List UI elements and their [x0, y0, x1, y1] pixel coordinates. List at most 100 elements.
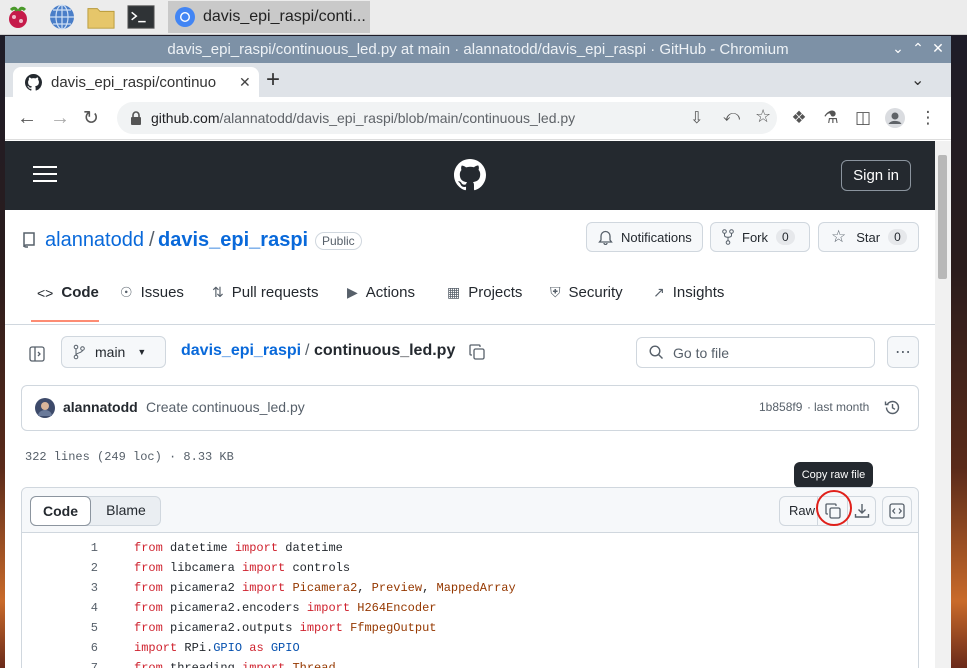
code-token: picamera2 [162, 581, 243, 595]
extensions-icon[interactable]: ❖ [788, 107, 810, 129]
code-token: import [306, 601, 351, 615]
tab-close-icon[interactable]: ✕ [239, 74, 251, 91]
repo-owner-link[interactable]: alannatodd [45, 229, 144, 252]
bookmark-star-icon[interactable]: ☆ [755, 106, 771, 127]
repo-separator: / [149, 229, 155, 251]
side-panel-icon[interactable]: ◫ [852, 107, 874, 129]
code-token: import [234, 541, 279, 555]
download-raw-button[interactable] [848, 497, 875, 525]
browser-window: davis_epi_raspi/continuous_led.py at mai… [5, 36, 951, 668]
profile-icon[interactable] [884, 107, 906, 129]
forward-icon[interactable]: → [49, 107, 71, 129]
code-token: H264Encoder [357, 601, 437, 615]
line-number[interactable]: 3 [22, 581, 98, 595]
code-token: import [242, 561, 286, 575]
commit-message[interactable]: Create continuous_led.py [146, 399, 305, 415]
caret-down-icon: ▼ [137, 347, 147, 357]
code-line: 7 from threading import Thread [22, 661, 922, 668]
tab-issues[interactable]: ☉ Issues [120, 284, 184, 301]
tab-security[interactable]: ⛨ Security [550, 284, 623, 301]
latest-commit-box: alannatodd Create continuous_led.py 1b85… [21, 385, 919, 431]
repo-name-link[interactable]: davis_epi_raspi [158, 229, 308, 252]
tab-strip: davis_epi_raspi/continuo ✕ + ⌄ [5, 63, 951, 97]
line-number[interactable]: 2 [22, 561, 98, 575]
scrollbar-thumb[interactable] [938, 155, 947, 279]
tab-actions[interactable]: ▶ Actions [347, 284, 415, 301]
copy-path-icon[interactable] [469, 344, 485, 360]
close-window-icon[interactable]: ✕ [929, 40, 947, 57]
back-icon[interactable]: ← [16, 107, 38, 129]
share-icon[interactable]: ⤺ [723, 108, 740, 126]
go-to-file-input[interactable]: Go to file [636, 337, 875, 368]
sign-in-button[interactable]: Sign in [841, 160, 911, 191]
file-stats: 322 lines (249 loc) · 8.33 KB [25, 450, 234, 464]
raw-button[interactable]: Raw [789, 503, 815, 518]
maximize-icon[interactable]: ⌃ [909, 40, 927, 57]
line-number[interactable]: 4 [22, 601, 98, 615]
sidebar-toggle-icon[interactable] [29, 346, 45, 362]
code-viewer: Code Blame Raw 1 from datetime import da… [21, 487, 919, 668]
visibility-badge: Public [315, 232, 362, 250]
taskbar-chromium-item[interactable]: davis_epi_raspi/conti... [168, 1, 370, 33]
code-token: picamera2.encoders [162, 601, 307, 615]
install-icon[interactable]: ⇩ [690, 108, 703, 128]
github-header: Sign in [5, 141, 935, 210]
blame-view-tab[interactable]: Blame [93, 502, 159, 518]
tab-projects[interactable]: ▦ Projects [447, 284, 522, 301]
branch-selector[interactable]: main ▼ [61, 336, 166, 368]
code-line: 6 import RPi.GPIO as GPIO [22, 641, 922, 661]
code-token: import [134, 641, 178, 655]
raspberry-menu-icon[interactable] [4, 3, 32, 31]
web-browser-icon[interactable] [48, 3, 76, 31]
minimize-icon[interactable]: ⌄ [889, 40, 907, 57]
more-options-button[interactable]: ⋯ [887, 336, 919, 368]
code-view-tab[interactable]: Code [30, 496, 91, 526]
commit-dot: · [807, 400, 811, 414]
chrome-menu-icon[interactable]: ⋮ [917, 107, 939, 129]
breadcrumb-repo-link[interactable]: davis_epi_raspi [181, 342, 301, 360]
terminal-icon[interactable] [127, 3, 155, 31]
labs-flask-icon[interactable]: ⚗ [820, 107, 842, 129]
fork-count: 0 [776, 229, 795, 245]
reload-icon[interactable]: ↻ [80, 107, 102, 129]
file-manager-icon[interactable] [87, 3, 115, 31]
commit-sha[interactable]: 1b858f9 [759, 400, 802, 414]
code-token: from [134, 541, 163, 555]
browser-tab[interactable]: davis_epi_raspi/continuo ✕ [13, 67, 259, 97]
github-favicon [25, 73, 42, 91]
line-source: from picamera2.encoders import H264Encod… [134, 601, 436, 615]
github-logo-icon[interactable] [454, 159, 486, 191]
code-blame-toggle: Code Blame [30, 496, 161, 526]
projects-table-icon: ▦ [447, 284, 461, 300]
code-token: RPi. [177, 641, 214, 655]
tab-code[interactable]: <> Code [37, 284, 99, 301]
address-bar[interactable]: github.com/alannatodd/davis_epi_raspi/bl… [117, 102, 777, 134]
star-button[interactable]: ☆ Star 0 [818, 222, 919, 252]
history-icon[interactable] [884, 399, 901, 416]
page-scrollbar[interactable] [935, 141, 951, 668]
shield-icon: ⛨ [550, 284, 561, 300]
code-line: 1 from datetime import datetime [22, 541, 922, 561]
tab-pull-requests[interactable]: ⇅ Pull requests [212, 284, 318, 301]
line-number[interactable]: 5 [22, 621, 98, 635]
hamburger-menu-icon[interactable] [33, 165, 57, 183]
code-viewer-header: Code Blame Raw [22, 488, 918, 533]
notifications-button[interactable]: Notifications [586, 222, 703, 252]
line-number[interactable]: 7 [22, 661, 98, 668]
code-token: datetime [278, 541, 343, 555]
commit-author[interactable]: alannatodd [63, 399, 138, 415]
new-tab-icon[interactable]: + [266, 66, 280, 94]
star-count: 0 [888, 229, 907, 245]
fork-button[interactable]: Fork 0 [710, 222, 810, 252]
tab-insights[interactable]: ↗ Insights [653, 284, 724, 301]
tab-issues-label: Issues [140, 284, 184, 301]
tooltip-text: Copy raw file [801, 469, 866, 481]
tab-search-icon[interactable]: ⌄ [911, 70, 924, 90]
code-token: datetime [162, 541, 235, 555]
line-number[interactable]: 6 [22, 641, 98, 655]
graph-icon: ↗ [653, 284, 665, 300]
line-number[interactable]: 1 [22, 541, 98, 555]
symbols-panel-button[interactable] [882, 496, 912, 526]
tab-pull-requests-label: Pull requests [231, 284, 319, 301]
avatar[interactable] [35, 398, 55, 418]
